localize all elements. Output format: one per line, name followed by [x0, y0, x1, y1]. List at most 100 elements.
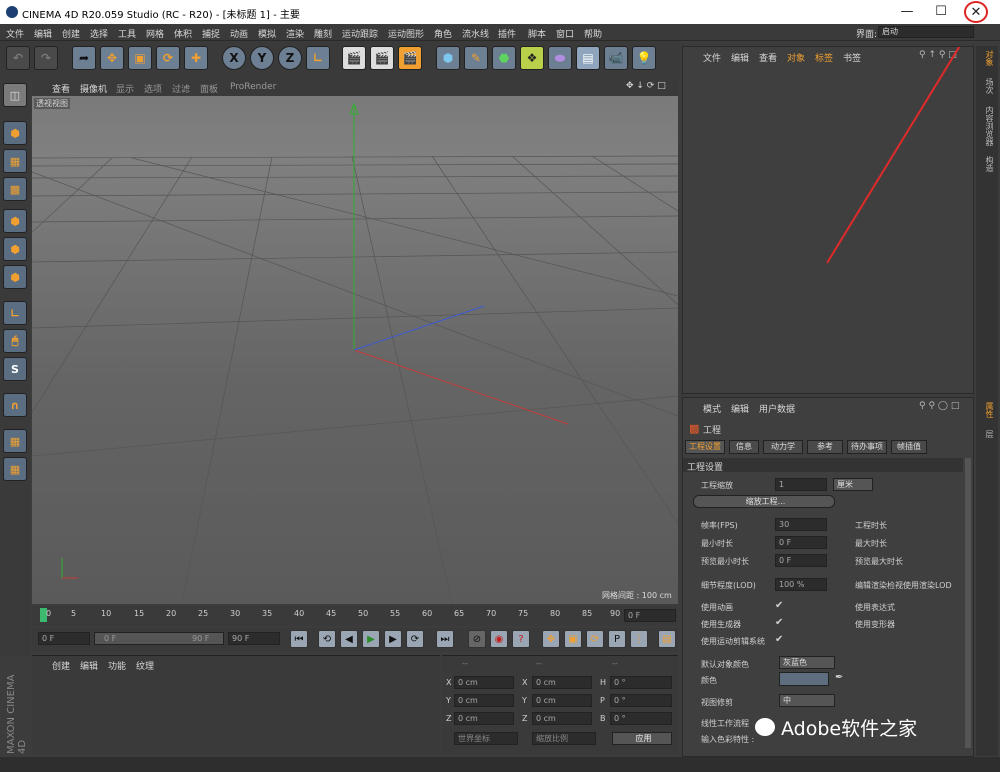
perspective-viewport[interactable]: 透视视图 网格间距 : 100 cm: [32, 96, 678, 604]
prev-frame-icon[interactable]: ◀: [340, 630, 358, 648]
menu-sculpt[interactable]: 雕刻: [314, 27, 332, 40]
cube-icon[interactable]: ⬢: [436, 46, 460, 70]
coord-pos-z[interactable]: 0 cm: [454, 712, 514, 725]
solo-mode-icon[interactable]: S: [3, 357, 27, 381]
viewport-menu-display[interactable]: 显示: [116, 82, 134, 95]
tab-dynamics[interactable]: 动力学: [763, 440, 803, 454]
menu-mograph[interactable]: 运动图形: [388, 27, 424, 40]
rotate-icon[interactable]: ⟳: [156, 46, 180, 70]
menu-snap[interactable]: 捕捉: [202, 27, 220, 40]
tab-todo[interactable]: 待办事项: [847, 440, 887, 454]
key-param-icon[interactable]: P: [608, 630, 626, 648]
attr-nav-icons[interactable]: ⚲ ⚲ ◯ □: [919, 401, 959, 411]
lod-field[interactable]: 100 %: [775, 578, 827, 591]
texture-mode-icon[interactable]: ▦: [3, 149, 27, 173]
camera-icon[interactable]: 📹: [604, 46, 628, 70]
deformer-icon[interactable]: ⬬: [548, 46, 572, 70]
timeline-window-icon[interactable]: ▤: [658, 630, 676, 648]
light-icon[interactable]: 💡: [632, 46, 656, 70]
tab-interpolation[interactable]: 帧插值: [891, 440, 927, 454]
menu-tools[interactable]: 工具: [118, 27, 136, 40]
viewport-menu-panel[interactable]: 面板: [200, 82, 218, 95]
planar-workplane-icon[interactable]: ▦: [3, 457, 27, 481]
key-rotation-icon[interactable]: ⟳: [586, 630, 604, 648]
menu-character[interactable]: 角色: [434, 27, 452, 40]
maximize-button[interactable]: ☐: [930, 2, 952, 22]
coord-pos-y[interactable]: 0 cm: [454, 694, 514, 707]
eyedropper-icon[interactable]: ✒: [835, 672, 843, 683]
move-icon[interactable]: ✥: [100, 46, 124, 70]
redo-icon[interactable]: ↷: [34, 46, 58, 70]
scale-project-button[interactable]: 缩放工程...: [693, 495, 835, 508]
color-swatch[interactable]: [779, 672, 829, 686]
record-disabled-icon[interactable]: ⊘: [468, 630, 486, 648]
mat-menu-texture[interactable]: 纹理: [136, 659, 154, 672]
menu-edit[interactable]: 编辑: [34, 27, 52, 40]
menu-file[interactable]: 文件: [6, 27, 24, 40]
z-axis-icon[interactable]: Z: [278, 46, 302, 70]
tab-layers-vertical[interactable]: 层: [979, 430, 995, 438]
current-frame-field[interactable]: 0 F: [38, 632, 90, 645]
viewport-menu-view[interactable]: 查看: [52, 82, 70, 95]
layout-dropdown[interactable]: 启动: [878, 26, 974, 38]
coord-size-y[interactable]: 0 cm: [532, 694, 592, 707]
use-motion-checkbox[interactable]: ✔: [775, 634, 783, 645]
viewport-nav-icons[interactable]: ✥ ↓ ⟳ □: [626, 81, 666, 91]
tab-attributes-vertical[interactable]: 属性: [979, 402, 995, 418]
close-button[interactable]: ✕: [964, 1, 988, 23]
menu-pipeline[interactable]: 流水线: [462, 27, 489, 40]
next-key-icon[interactable]: ⟳: [406, 630, 424, 648]
key-position-icon[interactable]: ✥: [542, 630, 560, 648]
select-cursor-icon[interactable]: ➦: [72, 46, 96, 70]
use-anim-checkbox[interactable]: ✔: [775, 600, 783, 611]
timeline-end-field[interactable]: 0 F: [624, 609, 676, 622]
attr-scrollbar[interactable]: [965, 458, 971, 748]
fps-field[interactable]: 30: [775, 518, 827, 531]
coord-rot-b[interactable]: 0 °: [610, 712, 672, 725]
menu-volume[interactable]: 体积: [174, 27, 192, 40]
viewport-menu-camera[interactable]: 摄像机: [80, 82, 107, 95]
coord-pos-x[interactable]: 0 cm: [454, 676, 514, 689]
tab-structure-vertical[interactable]: 构造: [979, 156, 995, 172]
x-axis-icon[interactable]: X: [222, 46, 246, 70]
menu-window[interactable]: 窗口: [556, 27, 574, 40]
menu-create[interactable]: 创建: [62, 27, 80, 40]
coord-size-x[interactable]: 0 cm: [532, 676, 592, 689]
menu-script[interactable]: 脚本: [528, 27, 546, 40]
min-time-field[interactable]: 0 F: [775, 536, 827, 549]
viewport-menu-filter[interactable]: 过滤: [172, 82, 190, 95]
snap-icon[interactable]: ∩: [3, 393, 27, 417]
tab-info[interactable]: 信息: [729, 440, 759, 454]
menu-help[interactable]: 帮助: [584, 27, 602, 40]
make-editable-icon[interactable]: ◫: [3, 83, 27, 107]
mat-menu-edit[interactable]: 编辑: [80, 659, 98, 672]
menu-simulate[interactable]: 模拟: [258, 27, 276, 40]
floor-icon[interactable]: ▤: [576, 46, 600, 70]
use-gen-checkbox[interactable]: ✔: [775, 617, 783, 628]
render-settings-icon[interactable]: 🎬: [398, 46, 422, 70]
default-color-dropdown[interactable]: 灰蓝色: [779, 656, 835, 669]
attr-menu-userdata[interactable]: 用户数据: [759, 402, 795, 415]
menu-mesh[interactable]: 网格: [146, 27, 164, 40]
menu-motion-tracking[interactable]: 运动跟踪: [342, 27, 378, 40]
menu-plugins[interactable]: 插件: [498, 27, 516, 40]
coord-rot-p[interactable]: 0 °: [610, 694, 672, 707]
subdivision-icon[interactable]: ⬣: [492, 46, 516, 70]
minimize-button[interactable]: —: [896, 2, 918, 22]
attr-menu-edit[interactable]: 编辑: [731, 402, 749, 415]
tweak-mode-icon[interactable]: 🖱: [3, 329, 27, 353]
goto-end-icon[interactable]: ⏭: [436, 630, 454, 648]
mat-menu-create[interactable]: 创建: [52, 659, 70, 672]
render-view-icon[interactable]: 🎬: [342, 46, 366, 70]
undo-icon[interactable]: ↶: [6, 46, 30, 70]
apply-button[interactable]: 应用: [612, 732, 672, 745]
scale-dropdown[interactable]: 缩放比例: [532, 732, 596, 745]
unit-dropdown[interactable]: 厘米: [833, 478, 873, 491]
render-picture-viewer-icon[interactable]: 🎬: [370, 46, 394, 70]
tab-project-settings[interactable]: 工程设置: [685, 440, 725, 454]
live-select-icon[interactable]: ✚: [184, 46, 208, 70]
mat-menu-function[interactable]: 功能: [108, 659, 126, 672]
world-coords-dropdown[interactable]: 世界坐标: [454, 732, 518, 745]
preview-min-field[interactable]: 0 F: [775, 554, 827, 567]
array-icon[interactable]: ❖: [520, 46, 544, 70]
